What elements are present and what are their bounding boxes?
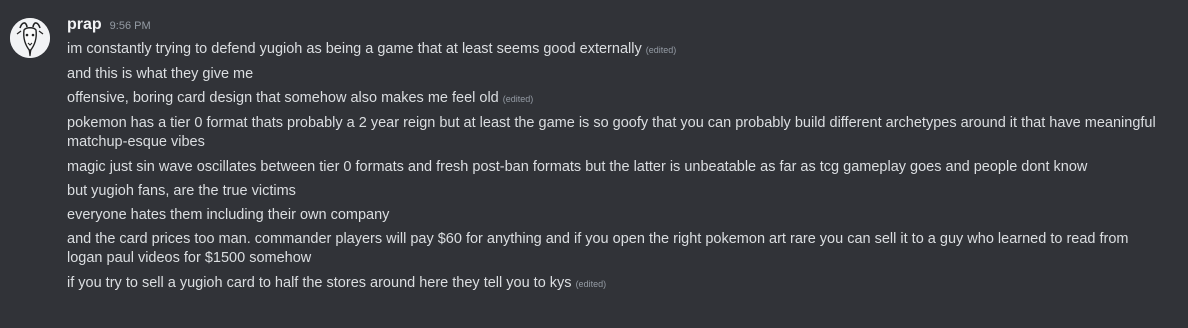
message-list: im constantly trying to defend yugioh as…: [67, 40, 1167, 299]
message-text: if you try to sell a yugioh card to half…: [67, 275, 572, 291]
message-line[interactable]: im constantly trying to defend yugioh as…: [67, 40, 1167, 60]
message-line[interactable]: pokemon has a tier 0 format thats probab…: [67, 114, 1167, 152]
chat-view: prap 9:56 PM im constantly trying to def…: [0, 0, 1188, 328]
message-line[interactable]: and this is what they give me: [67, 65, 1167, 84]
message-line[interactable]: magic just sin wave oscillates between t…: [67, 158, 1167, 177]
message-text: offensive, boring card design that someh…: [67, 90, 499, 106]
timestamp[interactable]: 9:56 PM: [110, 15, 151, 37]
message-line[interactable]: offensive, boring card design that someh…: [67, 89, 1167, 109]
message-text: pokemon has a tier 0 format thats probab…: [67, 115, 1156, 150]
goat-sketch-icon: [10, 18, 50, 58]
message-line[interactable]: everyone hates them including their own …: [67, 206, 1167, 225]
message-text: and this is what they give me: [67, 66, 254, 82]
message-text: but yugioh fans, are the true victims: [67, 183, 296, 199]
message-line[interactable]: if you try to sell a yugioh card to half…: [67, 274, 1167, 294]
message-line[interactable]: and the card prices too man. commander p…: [67, 230, 1167, 268]
message-text: and the card prices too man. commander p…: [67, 231, 1129, 266]
message-text: im constantly trying to defend yugioh as…: [67, 41, 642, 57]
avatar[interactable]: [10, 18, 50, 58]
message-text: everyone hates them including their own …: [67, 207, 390, 223]
message-line[interactable]: but yugioh fans, are the true victims: [67, 182, 1167, 201]
username[interactable]: prap: [67, 14, 102, 36]
message-header: prap 9:56 PM: [67, 14, 151, 36]
edited-label: (edited): [502, 94, 534, 104]
message-text: magic just sin wave oscillates between t…: [67, 159, 1088, 175]
edited-label: (edited): [575, 279, 607, 289]
edited-label: (edited): [645, 45, 677, 55]
